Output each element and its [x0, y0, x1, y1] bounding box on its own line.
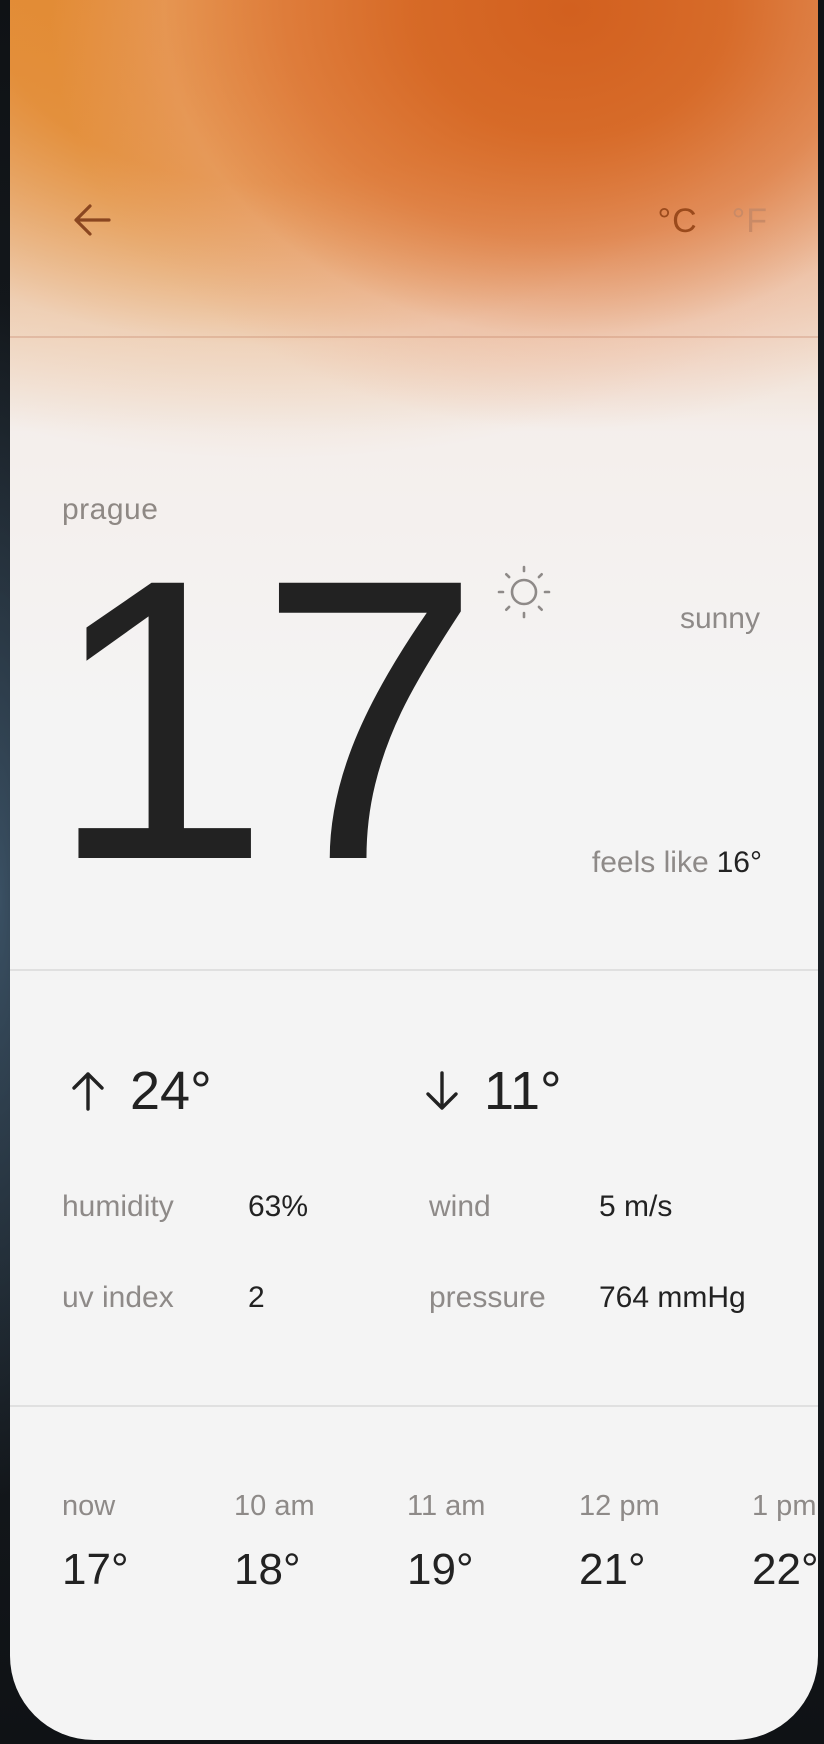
hour-item: now 17° — [62, 1490, 129, 1595]
current-temperature: 17 — [48, 496, 481, 943]
back-button[interactable] — [62, 190, 122, 250]
hour-time: now — [62, 1490, 116, 1522]
wind-label: wind — [429, 1190, 491, 1223]
arrow-down-icon — [426, 1071, 458, 1110]
wind-value: 5 m/s — [599, 1190, 673, 1223]
hour-item: 12 pm 21° — [579, 1490, 660, 1595]
uv-index-value: 2 — [248, 1281, 265, 1314]
hour-temperature: 19° — [407, 1545, 474, 1594]
high-temperature: 24° — [68, 1056, 212, 1126]
unit-celsius-button[interactable]: °C — [657, 202, 697, 241]
hour-item: 10 am 18° — [234, 1490, 315, 1595]
condition-label: sunny — [679, 602, 760, 635]
feels-like-label: feels like — [591, 846, 709, 879]
low-temperature: 11° — [422, 1056, 562, 1126]
hour-item: 1 pm 22° — [752, 1490, 818, 1595]
high-temperature-value: 24° — [130, 1061, 212, 1121]
hour-temperature: 18° — [234, 1545, 301, 1594]
weather-screen: °C °F prague 17 sunny feels like16° 24° — [10, 0, 818, 1740]
low-temperature-value: 11° — [484, 1061, 562, 1121]
header-divider — [10, 336, 818, 338]
hour-time: 12 pm — [579, 1490, 660, 1522]
pressure-value: 764 mmHg — [599, 1281, 746, 1314]
hour-temperature: 22° — [752, 1545, 818, 1594]
hourly-forecast[interactable]: now 17° 10 am 18° 11 am 19° 12 pm 21° 1 … — [62, 1490, 818, 1630]
humidity-label: humidity — [62, 1190, 174, 1223]
hour-time: 11 am — [407, 1490, 486, 1522]
feels-like-value: 16° — [716, 846, 762, 879]
hour-time: 10 am — [234, 1490, 315, 1522]
hour-item: 11 am 19° — [407, 1490, 485, 1595]
arrow-up-icon — [72, 1072, 104, 1111]
header: °C °F — [10, 180, 818, 260]
uv-index-label: uv index — [62, 1281, 174, 1314]
sun-icon — [497, 565, 551, 619]
unit-toggle: °C °F — [657, 202, 768, 241]
summary-divider — [10, 969, 818, 971]
feels-like: feels like 16° — [592, 846, 762, 880]
hour-time: 1 pm — [752, 1490, 817, 1522]
pressure-label: pressure — [429, 1281, 546, 1314]
hour-temperature: 17° — [62, 1545, 129, 1594]
hour-temperature: 21° — [579, 1545, 646, 1594]
hourly-divider — [10, 1405, 818, 1407]
unit-fahrenheit-button[interactable]: °F — [732, 202, 768, 241]
arrow-left-icon — [74, 204, 111, 236]
humidity-value: 63% — [248, 1190, 309, 1223]
